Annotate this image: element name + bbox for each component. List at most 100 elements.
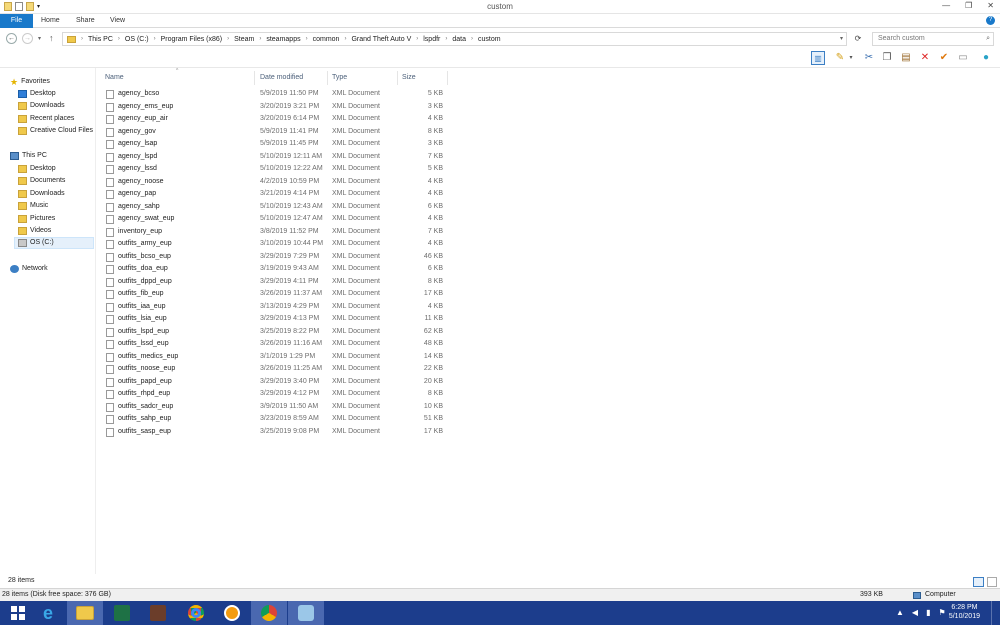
- table-row[interactable]: outfits_lspd_eup 3/25/2019 8:22 PM XML Doc…: [102, 326, 447, 338]
- up-button[interactable]: ↑: [49, 33, 54, 43]
- table-row[interactable]: outfits_army_eup 3/10/2019 10:44 PM XML Do…: [102, 238, 447, 250]
- tab-file[interactable]: File: [0, 14, 33, 28]
- table-row[interactable]: outfits_iaa_eup 3/13/2019 4:29 PM XML Docu…: [102, 301, 447, 313]
- preview-pane-icon[interactable]: ▥: [811, 51, 825, 65]
- table-row[interactable]: agency_pap 3/21/2019 4:14 PM XML Document 4…: [102, 188, 447, 200]
- table-row[interactable]: outfits_sadcr_eup 3/9/2019 11:50 AM XML Do…: [102, 401, 447, 413]
- tab-share[interactable]: Share: [76, 14, 95, 28]
- table-row[interactable]: agency_ems_eup 3/20/2019 3:21 PM XML Docum…: [102, 101, 447, 113]
- nav-item-pictures[interactable]: Pictures: [18, 213, 55, 225]
- refresh-button[interactable]: ⟳: [851, 32, 865, 46]
- nav-item-creative-cloud[interactable]: Creative Cloud Files: [18, 125, 93, 137]
- address-bar[interactable]: › This PC › OS (C:) › Program Files (x86…: [62, 32, 847, 46]
- column-header-type[interactable]: Type: [332, 72, 347, 84]
- breadcrumb-steam[interactable]: Steam: [234, 36, 254, 43]
- table-row[interactable]: agency_noose 4/2/2019 10:59 PM XML Documen…: [102, 176, 447, 188]
- delete-icon[interactable]: ✕: [918, 51, 932, 65]
- rename-icon[interactable]: ▭: [956, 51, 970, 65]
- forward-button[interactable]: →: [22, 33, 33, 44]
- table-row[interactable]: outfits_sasp_eup 3/25/2019 9:08 PM XML Doc…: [102, 426, 447, 438]
- table-row[interactable]: agency_lspd 5/10/2019 12:11 AM XML Documen…: [102, 151, 447, 163]
- nav-favorites[interactable]: ★ Favorites: [10, 76, 50, 88]
- table-row[interactable]: outfits_dppd_eup 3/29/2019 4:11 PM XML Doc…: [102, 276, 447, 288]
- taskbar-ie[interactable]: e: [30, 601, 66, 625]
- nav-item-documents[interactable]: Documents: [18, 175, 65, 187]
- table-row[interactable]: agency_bcso 5/9/2019 11:50 PM XML Document…: [102, 88, 447, 100]
- nav-item-os-c[interactable]: OS (C:): [14, 237, 94, 249]
- table-row[interactable]: agency_lssd 5/10/2019 12:22 AM XML Documen…: [102, 163, 447, 175]
- paste-icon[interactable]: ▤: [899, 51, 913, 65]
- tab-home[interactable]: Home: [41, 14, 60, 28]
- file-list: Name ^ Date modified Type Size agency_bc…: [102, 68, 1000, 574]
- breadcrumb-this-pc[interactable]: This PC: [88, 36, 113, 43]
- details-view-button[interactable]: [973, 577, 984, 587]
- taskbar-chrome-2[interactable]: [251, 601, 287, 625]
- nav-item-desktop[interactable]: Desktop: [18, 88, 56, 100]
- nav-item-videos[interactable]: Videos: [18, 225, 51, 237]
- nav-item-downloads[interactable]: Downloads: [18, 100, 65, 112]
- close-button[interactable]: ✕: [987, 1, 994, 10]
- search-input[interactable]: Search custom ⌕: [872, 32, 994, 46]
- help-icon[interactable]: ?: [986, 16, 995, 25]
- table-row[interactable]: outfits_fib_eup 3/26/2019 11:37 AM XML Doc…: [102, 288, 447, 300]
- back-button[interactable]: ←: [6, 33, 17, 44]
- table-row[interactable]: agency_swat_eup 5/10/2019 12:47 AM XML Doc…: [102, 213, 447, 225]
- taskbar-excel[interactable]: [104, 601, 140, 625]
- table-row[interactable]: outfits_doa_eup 3/19/2019 9:43 AM XML Docu…: [102, 263, 447, 275]
- table-row[interactable]: outfits_sahp_eup 3/23/2019 8:59 AM XML Doc…: [102, 413, 447, 425]
- breadcrumb-steamapps[interactable]: steamapps: [266, 36, 300, 43]
- breadcrumb-program-files[interactable]: Program Files (x86): [161, 36, 222, 43]
- volume-icon[interactable]: ◀: [912, 608, 918, 617]
- check-icon[interactable]: ✔: [937, 51, 951, 65]
- table-row[interactable]: outfits_lssd_eup 3/26/2019 11:16 AM XML Do…: [102, 338, 447, 350]
- table-row[interactable]: outfits_papd_eup 3/29/2019 3:40 PM XML Doc…: [102, 376, 447, 388]
- table-row[interactable]: inventory_eup 3/8/2019 11:52 PM XML Docume…: [102, 226, 447, 238]
- breadcrumb-data[interactable]: data: [452, 36, 466, 43]
- table-row[interactable]: agency_sahp 5/10/2019 12:43 AM XML Documen…: [102, 201, 447, 213]
- nav-item-pc-downloads[interactable]: Downloads: [18, 188, 65, 200]
- taskbar-orange-app[interactable]: [214, 601, 250, 625]
- chevron-down-icon[interactable]: ▾: [847, 51, 855, 65]
- network-status-icon[interactable]: ▮: [926, 608, 930, 617]
- taskbar-file-explorer[interactable]: [67, 601, 103, 625]
- column-header-date[interactable]: Date modified: [260, 72, 303, 84]
- table-row[interactable]: outfits_noose_eup 3/26/2019 11:25 AM XML D…: [102, 363, 447, 375]
- taskbar-paint[interactable]: [288, 601, 324, 625]
- minimize-button[interactable]: —: [942, 1, 950, 10]
- breadcrumb-custom[interactable]: custom: [478, 36, 501, 43]
- table-row[interactable]: outfits_medics_eup 3/1/2019 1:29 PM XML Do…: [102, 351, 447, 363]
- address-dropdown-icon[interactable]: ▾: [840, 35, 843, 42]
- nav-item-recent-places[interactable]: Recent places: [18, 113, 74, 125]
- taskbar-app-tools[interactable]: [140, 601, 176, 625]
- nav-item-music[interactable]: Music: [18, 200, 48, 212]
- file-date: 3/10/2019 10:44 PM: [260, 240, 324, 247]
- breadcrumb-common[interactable]: common: [313, 36, 340, 43]
- show-desktop-button[interactable]: [991, 601, 996, 625]
- tab-view[interactable]: View: [110, 14, 125, 28]
- maximize-button[interactable]: ❐: [965, 1, 972, 10]
- breadcrumb-lspdfr[interactable]: lspdfr: [423, 36, 440, 43]
- large-icons-view-button[interactable]: [987, 577, 997, 587]
- table-row[interactable]: agency_lsap 5/9/2019 11:45 PM XML Document…: [102, 138, 447, 150]
- table-row[interactable]: agency_gov 5/9/2019 11:41 PM XML Document 8…: [102, 126, 447, 138]
- recent-locations-button[interactable]: ▾: [38, 35, 41, 42]
- table-row[interactable]: outfits_rhpd_eup 3/29/2019 4:12 PM XML Doc…: [102, 388, 447, 400]
- chevron-up-icon[interactable]: ▲: [896, 608, 904, 617]
- globe-icon[interactable]: ●: [979, 51, 993, 65]
- table-row[interactable]: agency_eup_air 3/20/2019 6:14 PM XML Docum…: [102, 113, 447, 125]
- nav-network[interactable]: Network: [10, 263, 48, 275]
- breadcrumb-gta-v[interactable]: Grand Theft Auto V: [351, 36, 411, 43]
- column-header-size[interactable]: Size: [402, 72, 416, 84]
- nav-this-pc[interactable]: This PC: [10, 150, 47, 162]
- column-header-name[interactable]: Name: [105, 72, 124, 84]
- cut-icon[interactable]: ✂: [862, 51, 876, 65]
- flag-icon[interactable]: ⚑: [938, 608, 945, 617]
- table-row[interactable]: outfits_bcso_eup 3/29/2019 7:29 PM XML Doc…: [102, 251, 447, 263]
- clock[interactable]: 6:28 PM 5/10/2019: [949, 603, 980, 621]
- breadcrumb-os-c[interactable]: OS (C:): [125, 36, 149, 43]
- properties-icon[interactable]: ✎: [833, 51, 847, 65]
- nav-item-pc-desktop[interactable]: Desktop: [18, 163, 56, 175]
- copy-icon[interactable]: ❐: [880, 51, 894, 65]
- taskbar-chrome[interactable]: [178, 601, 214, 625]
- table-row[interactable]: outfits_lsia_eup 3/29/2019 4:13 PM XML Doc…: [102, 313, 447, 325]
